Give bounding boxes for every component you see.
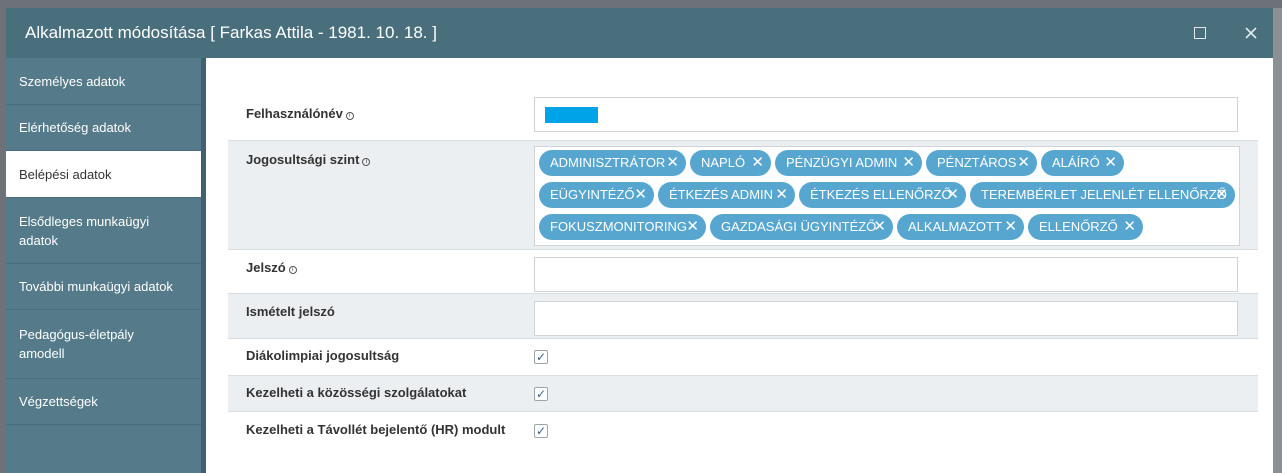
tag-alairo: ALÁÍRÓ ✕ <box>1041 150 1124 176</box>
tag-etkezes-admin: ÉTKEZÉS ADMIN ✕ <box>658 182 795 208</box>
info-icon: i <box>362 158 371 166</box>
tag-penztaros: PÉNZTÁROS ✕ <box>926 150 1037 176</box>
remove-tag-icon[interactable]: ✕ <box>1017 150 1030 176</box>
kozossegi-checkbox[interactable]: ✓ <box>534 387 548 401</box>
tag-ellenorzo: ELLENŐRZŐ ✕ <box>1028 214 1143 240</box>
tavollet-row: Kezelheti a Távollét bejelentő (HR) modu… <box>228 412 1258 452</box>
sidebar-item-label: Pedagógus-életpályamodell <box>19 327 134 361</box>
sidebar-item-label: Elsődleges munkaügyi adatok <box>19 213 150 248</box>
diakolimpia-row: Diákolimpiai jogosultság ✓ <box>228 339 1258 376</box>
remove-tag-icon[interactable]: ✕ <box>686 214 699 240</box>
maximize-button[interactable] <box>1189 22 1211 44</box>
sidebar-item-belepesi-adatok[interactable]: Belépési adatok <box>6 151 206 198</box>
remove-tag-icon[interactable]: ✕ <box>751 150 764 176</box>
background-scrollbar <box>1273 8 1282 473</box>
info-icon: i <box>288 266 297 274</box>
remove-tag-icon[interactable]: ✕ <box>775 182 788 208</box>
form-content: Felhasználónév i Jogosultsági szint i ADMI… <box>206 58 1273 473</box>
tag-etkezes-ellenorzo: ÉTKEZÉS ELLENŐRZŐ ✕ <box>799 182 966 208</box>
tag-fokuszmonitoring: FOKUSZMONITORING ✕ <box>539 214 706 240</box>
kozossegi-label: Kezelheti a közösségi szolgálatokat <box>246 385 467 400</box>
sidebar-item-vegzettsegek[interactable]: Végzettségek <box>6 379 201 425</box>
remove-tag-icon[interactable]: ✕ <box>634 182 647 208</box>
sidebar-item-szemelyes-adatok[interactable]: Személyes adatok <box>6 58 201 105</box>
diakolimpia-checkbox[interactable]: ✓ <box>534 350 548 364</box>
remove-tag-icon[interactable]: ✕ <box>946 182 959 208</box>
tavollet-label: Kezelheti a Távollét bejelentő (HR) modu… <box>246 422 506 437</box>
tag-penzugyi-admin: PÉNZÜGYI ADMIN ✕ <box>775 150 922 176</box>
sidebar-item-pedagogus-eletpalyamodell[interactable]: Pedagógus-életpályamodell <box>6 310 201 379</box>
modal-title: Alkalmazott módosítása [ Farkas Attila -… <box>25 23 437 42</box>
sidebar-item-label: Belépési adatok <box>19 166 112 182</box>
remove-tag-icon[interactable]: ✕ <box>902 150 915 176</box>
maximize-icon <box>1194 27 1206 39</box>
access-level-label: Jogosultsági szint i <box>246 152 371 167</box>
close-button[interactable] <box>1240 22 1262 44</box>
remove-tag-icon[interactable]: ✕ <box>873 214 886 240</box>
sidebar-item-label: Végzettségek <box>19 394 98 409</box>
kozossegi-row: Kezelheti a közösségi szolgálatokat ✓ <box>228 376 1258 412</box>
tag-naplo: NAPLÓ ✕ <box>690 150 771 176</box>
tag-eugyintezo: EÜGYINTÉZŐ ✕ <box>539 182 654 208</box>
password-repeat-label: Ismételt jelszó <box>246 304 335 319</box>
modal-titlebar: Alkalmazott módosítása [ Farkas Attila -… <box>6 8 1273 58</box>
sidebar-item-label: Elérhetőség adatok <box>19 120 132 135</box>
access-level-tag-input[interactable]: ADMINISZTRÁTOR ✕ NAPLÓ ✕ PÉNZÜGYI ADMIN ✕ P… <box>534 146 1240 246</box>
password-field[interactable] <box>534 257 1238 292</box>
close-icon <box>1245 27 1257 39</box>
tag-alkalmazott: ALKALMAZOTT ✕ <box>897 214 1024 240</box>
password-row: Jelszó i <box>228 250 1258 294</box>
sidebar-item-label: Személyes adatok <box>19 73 126 89</box>
tavollet-checkbox[interactable]: ✓ <box>534 424 548 438</box>
password-label: Jelszó i <box>246 260 297 275</box>
username-value-redacted <box>545 107 598 123</box>
tag-gazdasagi-ugyintezo: GAZDASÁGI ÜGYINTÉZŐ ✕ <box>710 214 893 240</box>
remove-tag-icon[interactable]: ✕ <box>1104 150 1117 176</box>
info-icon: i <box>345 112 354 120</box>
remove-tag-icon[interactable]: ✕ <box>666 150 679 176</box>
sidebar-item-label: További munkaügyi adatok <box>19 279 173 294</box>
remove-tag-icon[interactable]: ✕ <box>1215 182 1228 208</box>
username-label: Felhasználónév i <box>246 106 354 121</box>
remove-tag-icon[interactable]: ✕ <box>1004 214 1017 240</box>
sidebar-item-elsodleges-munkaugyi-adatok[interactable]: Elsődleges munkaügyi adatok <box>6 198 201 264</box>
employee-edit-modal: Alkalmazott módosítása [ Farkas Attila -… <box>6 8 1273 473</box>
remove-tag-icon[interactable]: ✕ <box>1123 214 1136 240</box>
tag-teremberlet-jelenlet-ellenorzo: TEREMBÉRLET JELENLÉT ELLENŐRZŐ ✕ <box>970 182 1235 208</box>
sidebar-item-tovabbi-munkaugyi-adatok[interactable]: További munkaügyi adatok <box>6 264 201 310</box>
access-level-row: Jogosultsági szint i ADMINISZTRÁTOR ✕ NAPL… <box>228 141 1258 250</box>
username-row: Felhasználónév i <box>228 91 1258 141</box>
sidebar: Személyes adatok Elérhetőség adatok Belé… <box>6 58 206 473</box>
username-field[interactable] <box>534 97 1238 132</box>
diakolimpia-label: Diákolimpiai jogosultság <box>246 348 400 363</box>
tag-adminisztrator: ADMINISZTRÁTOR ✕ <box>539 150 686 176</box>
password-repeat-field[interactable] <box>534 301 1238 336</box>
sidebar-item-elerhetoseg-adatok[interactable]: Elérhetőség adatok <box>6 105 201 151</box>
password-repeat-row: Ismételt jelszó <box>228 294 1258 339</box>
